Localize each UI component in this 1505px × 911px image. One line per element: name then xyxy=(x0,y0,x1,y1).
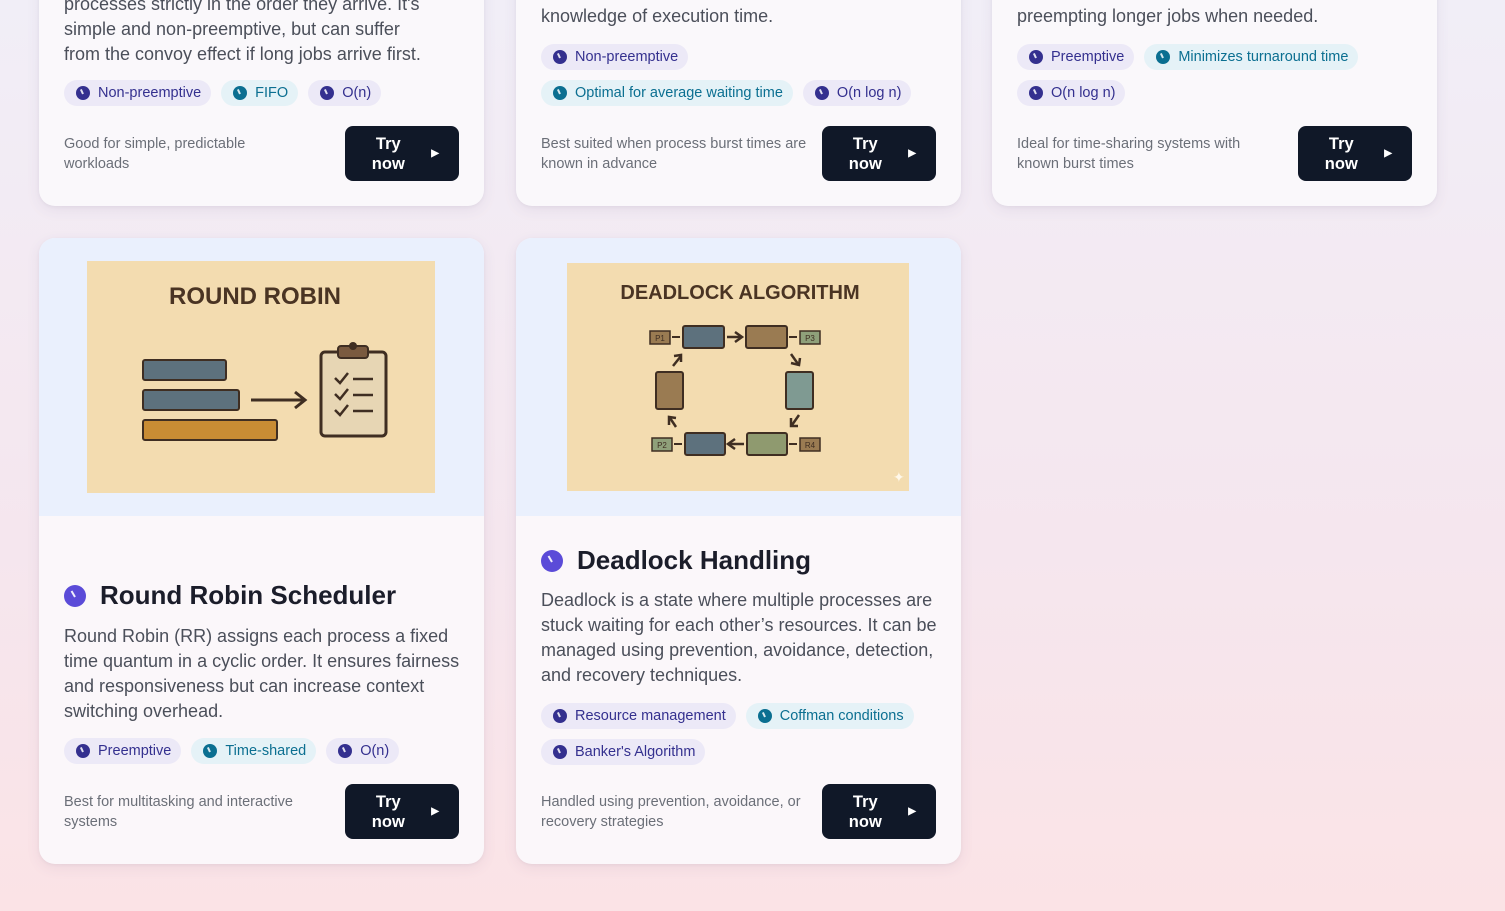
try-now-button[interactable]: Try now ▶ xyxy=(822,126,936,181)
chevron-right-icon: ▶ xyxy=(908,147,916,159)
round-robin-card: ROUND ROBIN Round Robin Scheduler Round … xyxy=(39,238,484,864)
deadlock-card: DEADLOCK ALGORITHM P1 P3 P2 R4 ✦ Deadloc… xyxy=(516,238,961,864)
card-image-area: ROUND ROBIN xyxy=(39,238,484,516)
tag-chip: O(n) xyxy=(308,80,382,106)
card-description: Round Robin (RR) assigns each process a … xyxy=(64,626,460,721)
try-now-button[interactable]: Try now ▶ xyxy=(345,784,459,839)
card-description: Deadlock is a state where multiple proce… xyxy=(541,590,937,685)
deadlock-illustration: DEADLOCK ALGORITHM P1 P3 P2 R4 ✦ xyxy=(567,263,909,491)
image-title: ROUND ROBIN xyxy=(169,283,341,310)
tag-chip: FIFO xyxy=(221,80,299,106)
clock-icon xyxy=(814,86,829,100)
clock-icon xyxy=(76,744,90,758)
clock-icon xyxy=(1029,86,1043,100)
card-note: Handled using prevention, avoidance, or … xyxy=(541,793,801,830)
chevron-right-icon: ▶ xyxy=(431,147,439,159)
clock-icon xyxy=(541,549,563,572)
card-image-area: DEADLOCK ALGORITHM P1 P3 P2 R4 ✦ xyxy=(516,238,961,516)
card-note: Best for multitasking and interactive sy… xyxy=(64,793,293,830)
clock-icon xyxy=(553,86,567,100)
card-note: Good for simple, predictable workloads xyxy=(64,135,246,172)
tag-list: Preemptive Minimizes turnaround time O(n… xyxy=(1017,44,1417,106)
card-footer: Handled using prevention, avoidance, or … xyxy=(541,784,936,839)
card-description: preempting longer jobs when needed. xyxy=(1017,6,1319,26)
clock-icon xyxy=(757,709,772,723)
tag-chip: Preemptive xyxy=(64,738,182,764)
try-now-button[interactable]: Try now ▶ xyxy=(1298,126,1412,181)
try-now-button[interactable]: Try now ▶ xyxy=(822,784,936,839)
card-footer: Ideal for time-sharing systems with know… xyxy=(1017,126,1412,181)
chevron-right-icon: ▶ xyxy=(1384,147,1392,159)
clock-icon xyxy=(553,745,567,759)
card-footer: Best for multitasking and interactive sy… xyxy=(64,784,459,839)
image-title: DEADLOCK ALGORITHM xyxy=(620,282,859,304)
tag-chip: Minimizes turnaround time xyxy=(1144,44,1359,70)
card-description: processes strictly in the order they arr… xyxy=(64,0,421,64)
svg-text:P2: P2 xyxy=(657,441,667,450)
fcfs-card: processes strictly in the order they arr… xyxy=(39,0,484,206)
clock-icon xyxy=(553,709,567,723)
tag-chip: Time-shared xyxy=(191,738,317,764)
tag-chip: Resource management xyxy=(541,703,736,729)
svg-text:P3: P3 xyxy=(805,334,815,343)
tag-chip: Non-preemptive xyxy=(541,44,689,70)
chevron-right-icon: ▶ xyxy=(431,805,439,817)
card-title: Round Robin Scheduler xyxy=(100,580,397,610)
svg-text:P1: P1 xyxy=(655,334,665,343)
card-footer: Good for simple, predictable workloads T… xyxy=(64,126,459,181)
card-title-row: Round Robin Scheduler xyxy=(64,580,396,611)
card-description: knowledge of execution time. xyxy=(541,6,774,26)
sjf-card: knowledge of execution time. Non-preempt… xyxy=(516,0,961,206)
tag-chip: Preemptive xyxy=(1017,44,1135,70)
clock-icon xyxy=(1156,50,1171,64)
card-note: Best suited when process burst times are… xyxy=(541,135,807,172)
tag-list: Non-preemptive FIFO O(n) xyxy=(64,80,382,106)
clock-icon xyxy=(233,86,248,100)
tag-chip: O(n log n) xyxy=(1017,80,1126,106)
clock-icon xyxy=(76,86,90,100)
tag-chip: Coffman conditions xyxy=(745,703,914,729)
tag-chip: O(n) xyxy=(326,738,400,764)
round-robin-illustration: ROUND ROBIN xyxy=(87,261,435,493)
try-now-button[interactable]: Try now ▶ xyxy=(345,126,459,181)
card-footer: Best suited when process burst times are… xyxy=(541,126,936,181)
tag-chip: Non-preemptive xyxy=(64,80,212,106)
clock-icon xyxy=(203,744,218,758)
srtf-card: preempting longer jobs when needed. Pree… xyxy=(992,0,1437,206)
tag-chip: Banker's Algorithm xyxy=(541,739,706,765)
tag-list: Non-preemptive Optimal for average waiti… xyxy=(541,44,941,106)
chevron-right-icon: ▶ xyxy=(908,805,916,817)
card-title-row: Deadlock Handling xyxy=(541,545,811,576)
sparkle-icon: ✦ xyxy=(893,469,905,485)
clock-icon xyxy=(64,584,86,607)
tag-chip: O(n log n) xyxy=(802,80,912,106)
tag-list: Preemptive Time-shared O(n) xyxy=(64,738,400,764)
card-title: Deadlock Handling xyxy=(577,545,812,575)
clock-icon xyxy=(338,744,353,758)
card-note: Ideal for time-sharing systems with know… xyxy=(1017,135,1241,172)
tag-list: Resource management Coffman conditions B… xyxy=(541,703,931,765)
svg-text:R4: R4 xyxy=(805,441,816,450)
clock-icon xyxy=(1029,50,1043,64)
clock-icon xyxy=(553,50,567,64)
clock-icon xyxy=(320,86,335,100)
tag-chip: Optimal for average waiting time xyxy=(541,80,793,106)
